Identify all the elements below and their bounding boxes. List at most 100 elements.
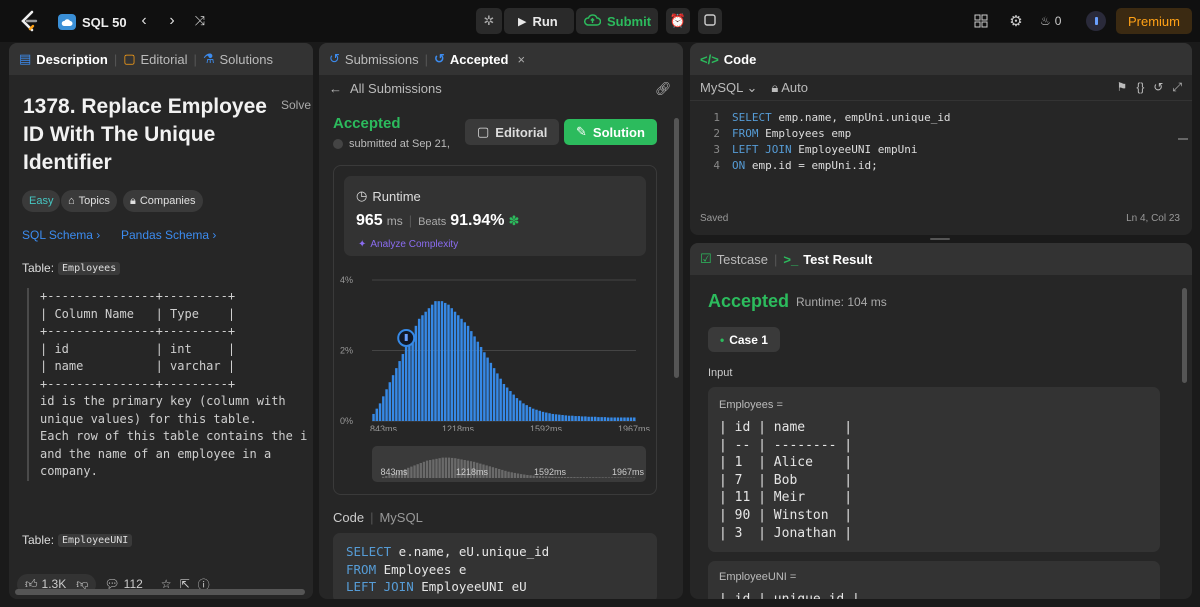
- histogram-bar: [525, 405, 528, 421]
- sql-keyword: ON: [732, 159, 746, 172]
- reset-icon[interactable]: ↺: [1153, 80, 1163, 95]
- histogram-bar: [620, 417, 623, 421]
- submit-button[interactable]: Submit: [576, 8, 658, 34]
- avatar[interactable]: [1086, 11, 1106, 31]
- histogram-bar: [430, 304, 434, 421]
- timer-button[interactable]: ⏰: [666, 8, 690, 34]
- tab-testcase[interactable]: ☑ Testcase: [700, 251, 768, 267]
- run-label: Run: [532, 13, 558, 29]
- histogram-bar: [584, 416, 587, 421]
- histogram-bar: [564, 415, 568, 421]
- code-line[interactable]: 4 ON emp.id = empUni.id;: [698, 159, 877, 172]
- mini-tick-label: 1218ms: [456, 467, 489, 477]
- tab-description[interactable]: ▤ Description: [19, 51, 108, 67]
- companies-button[interactable]: 🔒︎ Companies: [123, 190, 203, 212]
- histogram-bar: [571, 415, 574, 421]
- document-icon: ▤: [19, 51, 32, 66]
- streak-count: 0: [1054, 14, 1062, 28]
- all-submissions-link[interactable]: ← All Submissions: [329, 81, 442, 96]
- histogram-bar: [460, 318, 463, 421]
- sql-keyword: FROM: [732, 127, 759, 140]
- avatar: [333, 139, 343, 149]
- avatar-icon: [404, 333, 408, 341]
- case-1-tab[interactable]: • Case 1: [708, 327, 780, 352]
- run-button[interactable]: ▶ Run: [504, 8, 574, 34]
- y-tick-label: 4%: [340, 275, 353, 285]
- code-line[interactable]: 1 SELECT emp.name, empUni.unique_id: [698, 111, 950, 124]
- next-problem-button[interactable]: ›: [162, 11, 182, 31]
- mini-bar: [519, 474, 523, 478]
- employees-input: Employees = | id | name | | -- | -------…: [708, 387, 1160, 552]
- bookmark-icon[interactable]: ⚑: [1117, 80, 1128, 95]
- histogram-bar: [541, 411, 545, 421]
- histogram-bar: [616, 417, 620, 421]
- analyze-complexity-link[interactable]: ✦ Analyze Complexity: [358, 239, 458, 250]
- histogram-bar: [427, 308, 431, 421]
- histogram-bar: [382, 396, 385, 421]
- runtime-summary[interactable]: ◷ Runtime 965 ms | Beats 91.94% ✽ ✦ Analyz…: [344, 176, 646, 256]
- histogram-bar: [457, 315, 460, 421]
- terminal-icon: >_: [783, 251, 799, 267]
- x-tick-label: 1967ms: [618, 424, 651, 431]
- tab-editorial[interactable]: ▢ Editorial: [123, 51, 187, 67]
- vertical-scrollbar[interactable]: [674, 118, 679, 378]
- bug-icon: ✲: [483, 13, 495, 28]
- histogram-bar: [532, 408, 535, 421]
- format-icon[interactable]: {}: [1136, 80, 1144, 95]
- gear-icon[interactable]: ⚙: [1006, 11, 1026, 31]
- link-icon[interactable]: 🔗︎: [655, 81, 672, 97]
- table-employees-label: Table: Employees: [22, 261, 121, 275]
- histogram-bar: [414, 325, 418, 421]
- histogram-bar: [388, 382, 392, 421]
- runtime-range-slider[interactable]: 843ms 1218ms 1592ms 1967ms: [372, 446, 646, 482]
- vertical-scrollbar[interactable]: [1182, 288, 1187, 383]
- histogram-bar: [580, 416, 584, 421]
- leetcode-logo[interactable]: [18, 10, 40, 32]
- prev-problem-button[interactable]: ‹: [134, 11, 154, 31]
- language-select[interactable]: MySQL ⌄: [700, 80, 757, 96]
- difficulty-badge: Easy: [22, 190, 61, 212]
- solved-status: Solve: [281, 98, 312, 112]
- tab-code[interactable]: </> Code: [700, 52, 756, 67]
- shuffle-icon[interactable]: ⤨: [190, 11, 210, 31]
- notes-button[interactable]: [698, 8, 722, 34]
- code-line: SELECT e.name, eU.unique_id: [346, 544, 550, 559]
- histogram-bar: [375, 408, 379, 421]
- code-line[interactable]: 3 LEFT JOIN EmployeeUNI empUni: [698, 143, 917, 156]
- layout-grid-icon[interactable]: [972, 12, 990, 30]
- streak-counter[interactable]: ♨ 0: [1040, 11, 1061, 31]
- solution-button[interactable]: ✎ Solution: [564, 119, 657, 145]
- histogram-bar: [600, 417, 603, 421]
- submission-status: Accepted: [333, 115, 401, 132]
- histogram-bar: [512, 394, 515, 421]
- tab-test-result[interactable]: >_ Test Result: [783, 252, 872, 267]
- tab-solutions[interactable]: ⚗ Solutions: [203, 51, 273, 67]
- arrow-left-icon: ←: [329, 81, 342, 96]
- mini-bar: [620, 477, 623, 478]
- mini-bar: [513, 472, 517, 478]
- chevron-down-icon: ⌄: [746, 79, 758, 95]
- topics-button[interactable]: ⌂ Topics: [61, 190, 117, 212]
- tab-accepted[interactable]: ↺ Accepted ×: [434, 51, 525, 67]
- code-line[interactable]: 2 FROM Employees emp: [698, 127, 851, 140]
- close-icon[interactable]: ×: [517, 52, 525, 67]
- pandas-schema-link[interactable]: Pandas Schema ›: [121, 228, 216, 242]
- line-number: 2: [713, 127, 720, 140]
- histogram-bar: [633, 417, 636, 421]
- sql-schema-link[interactable]: SQL Schema ›: [22, 228, 100, 242]
- premium-button[interactable]: Premium: [1116, 8, 1192, 34]
- auto-mode[interactable]: 🔒︎ Auto: [771, 80, 808, 96]
- study-plan-title[interactable]: SQL 50: [58, 12, 127, 32]
- tab-submissions[interactable]: ↺ Submissions: [329, 51, 419, 67]
- histogram-bar: [385, 389, 388, 421]
- mini-bar: [501, 469, 504, 478]
- resize-handle[interactable]: [930, 238, 950, 240]
- mini-bar: [626, 477, 629, 478]
- editorial-button[interactable]: ▢ Editorial: [465, 119, 560, 145]
- expand-icon[interactable]: ⤢: [1172, 80, 1182, 95]
- line-number: 1: [713, 111, 720, 124]
- chevron-right-icon: ›: [212, 228, 217, 242]
- test-result-panel: ☑ Testcase | >_ Test Result Accepted Runti…: [690, 243, 1192, 599]
- horizontal-scrollbar[interactable]: [15, 589, 305, 595]
- debug-button[interactable]: ✲: [476, 8, 502, 34]
